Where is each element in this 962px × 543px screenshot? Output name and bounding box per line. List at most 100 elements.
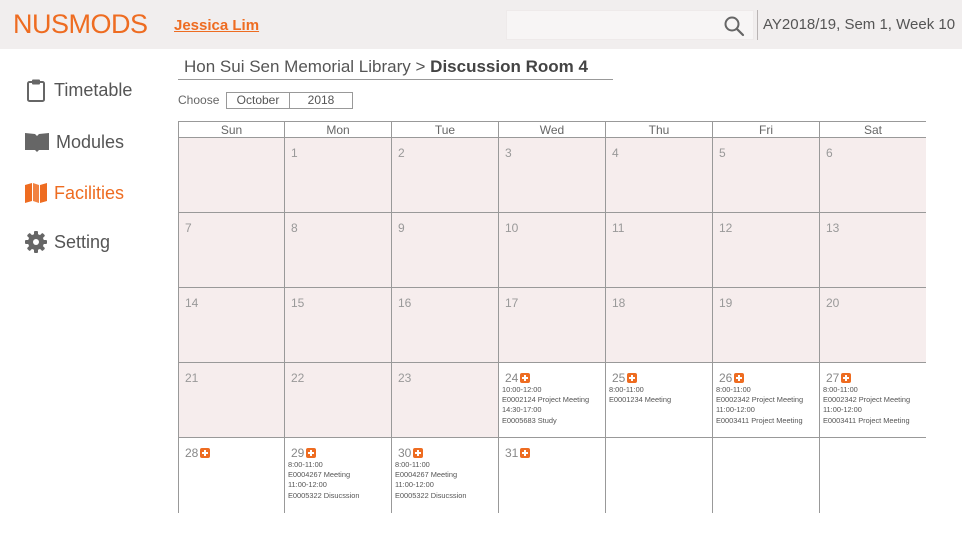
- add-booking-icon[interactable]: [413, 448, 424, 458]
- day-number: 23: [398, 371, 411, 385]
- day-number-label: 1: [291, 146, 298, 160]
- calendar-day-cell: 6: [820, 138, 926, 213]
- booking-time[interactable]: 11:00-12:00: [823, 405, 910, 415]
- booking-title[interactable]: E0004267 Meeting: [395, 470, 467, 480]
- calendar-day-cell: 23: [392, 363, 499, 438]
- day-number: 15: [291, 296, 304, 310]
- calendar-day-cell[interactable]: [820, 438, 926, 513]
- day-number: 16: [398, 296, 411, 310]
- booking-title[interactable]: E0001234 Meeting: [609, 395, 671, 405]
- calendar-day-cell[interactable]: 27 8:00-11:00 E0002342 Project Meeting 11:0…: [820, 363, 926, 438]
- calendar-day-cell: 12: [713, 213, 820, 288]
- day-number: 26: [719, 371, 745, 385]
- weekday-header: Wed: [499, 122, 606, 138]
- day-number: 19: [719, 296, 732, 310]
- booking-time[interactable]: 10:00-12:00: [502, 385, 589, 395]
- calendar-day-cell[interactable]: 25 8:00-11:00 E0001234 Meeting: [606, 363, 713, 438]
- calendar-day-cell: 1: [285, 138, 392, 213]
- day-number: 1: [291, 146, 298, 160]
- booking-title[interactable]: E0005322 Disucssion: [288, 491, 360, 501]
- weekday-header: Tue: [392, 122, 499, 138]
- calendar-day-cell[interactable]: 24 10:00-12:00 E0002124 Project Meeting 14:…: [499, 363, 606, 438]
- day-number: 13: [826, 221, 839, 235]
- sidebar-item-modules[interactable]: Modules: [24, 131, 124, 153]
- day-number-label: 20: [826, 296, 840, 310]
- day-number-label: 16: [398, 296, 412, 310]
- booking-title[interactable]: E0002342 Project Meeting: [823, 395, 910, 405]
- booking-time[interactable]: 8:00-11:00: [716, 385, 803, 395]
- day-number-label: 13: [826, 221, 840, 235]
- day-number: 31: [505, 446, 531, 460]
- day-number-label: 24: [505, 371, 519, 385]
- booking-time[interactable]: 8:00-11:00: [609, 385, 671, 395]
- calendar-day-cell[interactable]: [713, 438, 820, 513]
- day-number: 12: [719, 221, 732, 235]
- book-icon: [25, 133, 49, 152]
- booking-title[interactable]: E0002124 Project Meeting: [502, 395, 589, 405]
- search-input[interactable]: [507, 11, 753, 39]
- add-booking-icon[interactable]: [200, 448, 211, 458]
- booking-time[interactable]: 11:00-12:00: [288, 480, 360, 490]
- day-number-label: 6: [826, 146, 833, 160]
- booking-time[interactable]: 8:00-11:00: [823, 385, 910, 395]
- day-number-label: 22: [291, 371, 305, 385]
- booking-title[interactable]: E0005322 Disucssion: [395, 491, 467, 501]
- calendar-day-cell[interactable]: [606, 438, 713, 513]
- breadcrumb-separator: >: [415, 57, 426, 76]
- booking-list: 8:00-11:00 E0004267 Meeting 11:00-12:00 E00…: [395, 460, 467, 501]
- calendar-day-cell: 14: [179, 288, 285, 363]
- day-number-label: 12: [719, 221, 733, 235]
- sidebar-item-label: Timetable: [54, 79, 133, 100]
- booking-title[interactable]: E0003411 Project Meeting: [716, 416, 803, 426]
- booking-title[interactable]: E0003411 Project Meeting: [823, 416, 910, 426]
- day-number-label: 26: [719, 371, 733, 385]
- calendar-day-cell[interactable]: 28: [179, 438, 285, 513]
- add-booking-icon[interactable]: [627, 373, 638, 383]
- add-booking-icon[interactable]: [306, 448, 317, 458]
- calendar-day-cell[interactable]: 29 8:00-11:00 E0004267 Meeting 11:00-12:00 E…: [285, 438, 392, 513]
- calendar-day-cell: 8: [285, 213, 392, 288]
- booking-time[interactable]: 8:00-11:00: [395, 460, 467, 470]
- day-number: 10: [505, 221, 518, 235]
- search-box[interactable]: [506, 10, 754, 40]
- day-number-label: 15: [291, 296, 305, 310]
- add-booking-icon[interactable]: [734, 373, 745, 383]
- day-number-label: 14: [185, 296, 199, 310]
- day-number-label: 19: [719, 296, 733, 310]
- calendar-day-cell[interactable]: 31: [499, 438, 606, 513]
- weekday-header: Sat: [820, 122, 926, 138]
- clipboard-icon: [27, 79, 45, 102]
- calendar-day-cell[interactable]: 26 8:00-11:00 E0002342 Project Meeting 11:0…: [713, 363, 820, 438]
- booking-title[interactable]: E0005683 Study: [502, 416, 589, 426]
- sidebar-item-facilities[interactable]: Facilities: [24, 182, 124, 204]
- choose-label: Choose: [178, 93, 220, 107]
- month-select[interactable]: October: [226, 92, 290, 109]
- search-icon[interactable]: [723, 15, 745, 37]
- booking-list: 8:00-11:00 E0002342 Project Meeting 11:00-…: [823, 385, 910, 426]
- calendar-day-cell: 13: [820, 213, 926, 288]
- add-booking-icon[interactable]: [520, 448, 531, 458]
- day-number-label: 5: [719, 146, 726, 160]
- booking-time[interactable]: 11:00-12:00: [716, 405, 803, 415]
- user-name-link[interactable]: Jessica Lim: [174, 17, 259, 34]
- app-logo[interactable]: NUSMODS: [13, 9, 148, 40]
- add-booking-icon[interactable]: [520, 373, 531, 383]
- calendar-day-cell: 19: [713, 288, 820, 363]
- day-number: 27: [826, 371, 852, 385]
- sidebar-item-setting[interactable]: Setting: [24, 230, 110, 254]
- booking-time[interactable]: 14:30-17:00: [502, 405, 589, 415]
- calendar-day-cell[interactable]: 30 8:00-11:00 E0004267 Meeting 11:00-12:00 E…: [392, 438, 499, 513]
- semester-label: AY2018/19, Sem 1, Week 10: [763, 16, 956, 33]
- day-number-label: 18: [612, 296, 626, 310]
- top-bar: NUSMODS Jessica Lim AY2018/19, Sem 1, We…: [0, 0, 962, 49]
- sidebar-item-timetable[interactable]: Timetable: [24, 78, 132, 102]
- weekday-header: Mon: [285, 122, 392, 138]
- booking-time[interactable]: 8:00-11:00: [288, 460, 360, 470]
- booking-title[interactable]: E0004267 Meeting: [288, 470, 360, 480]
- booking-time[interactable]: 11:00-12:00: [395, 480, 467, 490]
- booking-title[interactable]: E0002342 Project Meeting: [716, 395, 803, 405]
- breadcrumb-location[interactable]: Hon Sui Sen Memorial Library: [184, 57, 411, 76]
- year-select[interactable]: 2018: [289, 92, 353, 109]
- day-number: 8: [291, 221, 298, 235]
- add-booking-icon[interactable]: [841, 373, 852, 383]
